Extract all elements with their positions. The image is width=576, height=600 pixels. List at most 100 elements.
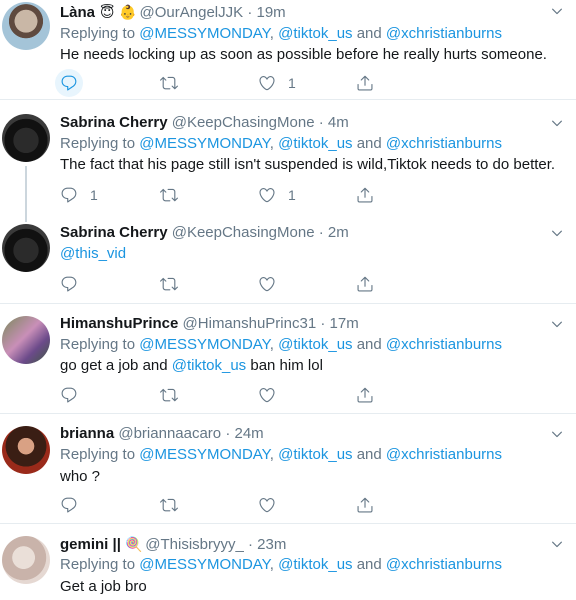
reply-button[interactable] <box>60 494 90 516</box>
mention-link[interactable]: @tiktok_us <box>278 25 352 42</box>
avatar[interactable] <box>2 426 50 474</box>
mention-link[interactable]: @xchristianburns <box>386 336 502 353</box>
timestamp[interactable]: 4m <box>328 114 349 131</box>
reply-button[interactable] <box>60 273 90 295</box>
user-handle[interactable]: @KeepChasingMone <box>172 114 315 131</box>
timestamp[interactable]: 19m <box>256 4 285 21</box>
share-icon <box>356 386 374 404</box>
like-button[interactable]: 1 <box>258 184 296 206</box>
mention-link[interactable]: @tiktok_us <box>278 135 352 152</box>
tweet-text: go get a job and @tiktok_us ban him lol <box>60 357 323 374</box>
timestamp[interactable]: 24m <box>235 425 264 442</box>
mention-link[interactable]: @xchristianburns <box>386 556 502 573</box>
user-handle[interactable]: @KeepChasingMone <box>172 224 315 241</box>
mention-link[interactable]: @xchristianburns <box>386 25 502 42</box>
mention-link[interactable]: @MESSYMONDAY <box>139 336 270 353</box>
replying-to-line: Replying to @MESSYMONDAY, @tiktok_us and… <box>60 446 503 463</box>
retweet-button[interactable] <box>160 384 190 406</box>
timestamp[interactable]: 23m <box>257 536 286 553</box>
mention-link[interactable]: @tiktok_us <box>278 446 352 463</box>
mention-link[interactable]: @MESSYMONDAY <box>139 25 270 42</box>
mention-link[interactable]: @xchristianburns <box>386 135 502 152</box>
share-icon <box>356 186 374 204</box>
chevron-down-icon[interactable] <box>550 4 564 18</box>
chevron-down-icon[interactable] <box>550 317 564 331</box>
mention-link[interactable]: @this_vid <box>60 245 126 262</box>
tweet-actions <box>60 384 380 406</box>
tweet[interactable]: Làna 😇 👶 @OurAngelJJK · 19m Replying to … <box>0 0 576 100</box>
separator-dot: · <box>320 315 326 332</box>
mention-link[interactable]: @MESSYMONDAY <box>139 556 270 573</box>
timestamp[interactable]: 2m <box>328 224 349 241</box>
reply-button[interactable] <box>55 69 95 97</box>
tweet[interactable]: Sabrina Cherry @KeepChasingMone · 4m Rep… <box>0 100 576 222</box>
mention-link[interactable]: @xchristianburns <box>386 446 502 463</box>
display-name[interactable]: Sabrina Cherry <box>60 114 168 131</box>
tweet[interactable]: Sabrina Cherry @KeepChasingMone · 2m @th… <box>0 210 576 304</box>
avatar[interactable] <box>2 316 50 364</box>
reply-button[interactable]: 1 <box>60 184 98 206</box>
like-button[interactable] <box>258 384 288 406</box>
retweet-button[interactable] <box>160 273 190 295</box>
retweet-button[interactable] <box>160 494 190 516</box>
separator-dot: · <box>318 114 324 131</box>
user-handle[interactable]: @HimanshuPrinc31 <box>183 315 317 332</box>
reply-icon <box>60 186 78 204</box>
tweet-text: @this_vid <box>60 244 126 264</box>
mention-link[interactable]: @tiktok_us <box>172 357 246 374</box>
tweet[interactable]: HimanshuPrince @HimanshuPrinc31 · 17m Re… <box>0 304 576 414</box>
share-button[interactable] <box>356 494 374 516</box>
tweet[interactable]: brianna @briannaacaro · 24m Replying to … <box>0 414 576 524</box>
user-handle[interactable]: @Thisisbryyy_ <box>145 536 244 553</box>
tweet-text: Get a job bro <box>60 578 147 595</box>
avatar[interactable] <box>2 224 50 272</box>
retweet-icon <box>160 496 178 514</box>
share-button[interactable] <box>356 384 374 406</box>
separator-dot: · <box>248 536 253 553</box>
avatar[interactable] <box>2 2 50 50</box>
heart-icon <box>258 186 276 204</box>
tweet[interactable]: gemini || 🍭 @Thisisbryyy_ · 23m Replying… <box>0 524 576 600</box>
separator-dot: · <box>247 4 253 21</box>
like-count: 1 <box>288 75 296 91</box>
like-button[interactable] <box>258 273 288 295</box>
share-icon <box>356 496 374 514</box>
tweet-actions <box>60 494 380 516</box>
user-handle[interactable]: @briannaacaro <box>118 425 221 442</box>
display-name[interactable]: Sabrina Cherry <box>60 224 168 241</box>
reply-button[interactable] <box>60 384 90 406</box>
heart-icon <box>258 74 276 92</box>
retweet-icon <box>160 186 178 204</box>
mention-link[interactable]: @MESSYMONDAY <box>139 135 270 152</box>
mention-link[interactable]: @tiktok_us <box>278 336 352 353</box>
timestamp[interactable]: 17m <box>330 315 359 332</box>
like-button[interactable]: 1 <box>258 72 296 94</box>
share-button[interactable] <box>356 273 374 295</box>
chevron-down-icon[interactable] <box>550 537 564 551</box>
display-name[interactable]: brianna <box>60 425 114 442</box>
chevron-down-icon[interactable] <box>550 226 564 240</box>
share-button[interactable] <box>356 184 374 206</box>
display-name[interactable]: HimanshuPrince <box>60 315 178 332</box>
reply-icon <box>60 275 78 293</box>
chevron-down-icon[interactable] <box>550 116 564 130</box>
share-icon <box>356 74 374 92</box>
retweet-button[interactable] <box>160 184 190 206</box>
avatar[interactable] <box>2 114 50 162</box>
mention-link[interactable]: @tiktok_us <box>278 556 352 573</box>
avatar[interactable] <box>2 536 50 584</box>
like-button[interactable] <box>258 494 288 516</box>
share-button[interactable] <box>356 72 374 94</box>
reply-icon <box>60 496 78 514</box>
tweet-actions <box>60 273 380 295</box>
display-name[interactable]: Làna <box>60 4 95 21</box>
tweet-actions: 1 <box>55 69 380 97</box>
separator-dot: · <box>225 425 231 442</box>
replying-to-line: Replying to @MESSYMONDAY, @tiktok_us and… <box>60 135 503 152</box>
user-handle[interactable]: @OurAngelJJK <box>140 4 244 21</box>
display-name[interactable]: gemini || <box>60 536 121 553</box>
chevron-down-icon[interactable] <box>550 427 564 441</box>
retweet-button[interactable] <box>160 72 190 94</box>
emoji-baby: 👶 <box>119 4 137 20</box>
mention-link[interactable]: @MESSYMONDAY <box>139 446 270 463</box>
